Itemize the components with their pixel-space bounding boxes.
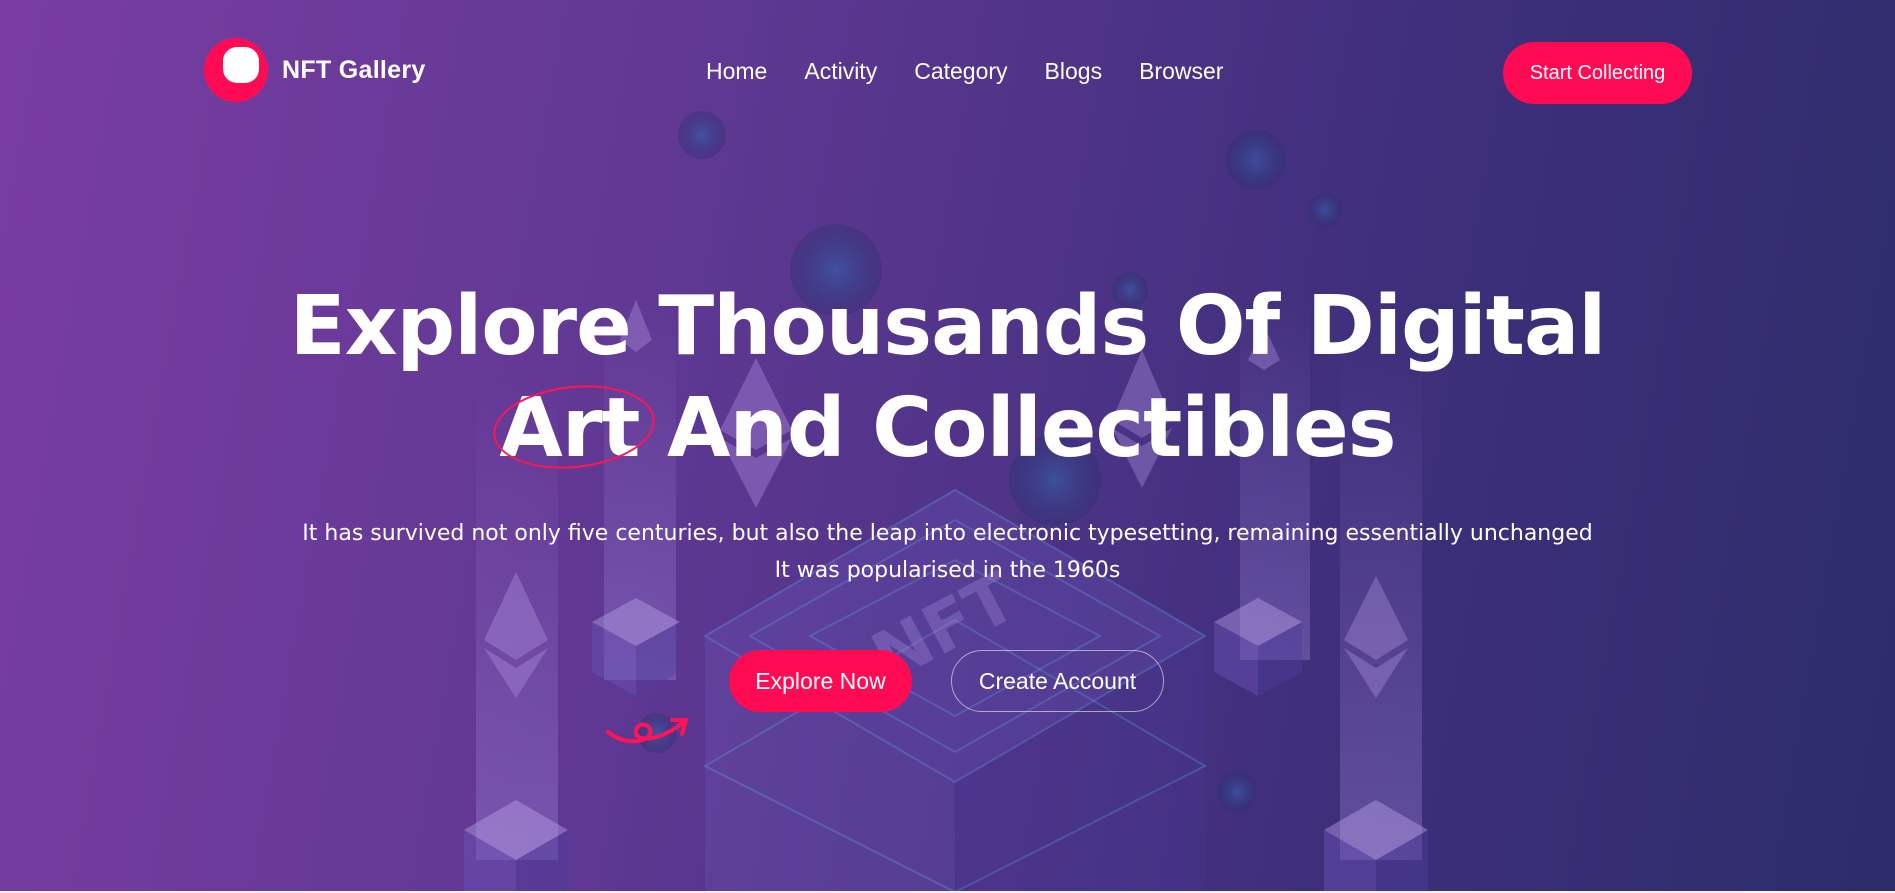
brand-logo[interactable]: NFT Gallery [204,38,426,102]
headline-line-2: And Collectibles [639,381,1397,476]
start-collecting-button[interactable]: Start Collecting [1503,42,1692,104]
headline-highlight: Art [489,377,660,480]
swirl-arrow-icon [606,718,688,744]
headline-line-1: Explore Thousands Of Digital [289,279,1607,374]
brand-name: NFT Gallery [282,55,426,84]
subtext-line-2: It was popularised in the 1960s [774,558,1121,583]
subtext-line-1: It has survived not only five centuries,… [302,521,1593,546]
hero-subtext: It has survived not only five centuries,… [0,515,1895,589]
explore-now-button[interactable]: Explore Now [729,650,912,712]
nav-activity[interactable]: Activity [804,58,877,85]
create-account-button[interactable]: Create Account [951,650,1164,712]
nav-blogs[interactable]: Blogs [1045,58,1103,85]
nav-browser[interactable]: Browser [1139,58,1223,85]
main-nav: Home Activity Category Blogs Browser [706,58,1260,85]
logo-mark-icon [204,38,268,102]
nav-home[interactable]: Home [706,58,767,85]
hero-headline: Explore Thousands Of Digital Art And Col… [0,276,1895,480]
nav-category[interactable]: Category [914,58,1007,85]
hero-section: NFT NFT Gallery Home Activity Category B… [0,0,1895,892]
